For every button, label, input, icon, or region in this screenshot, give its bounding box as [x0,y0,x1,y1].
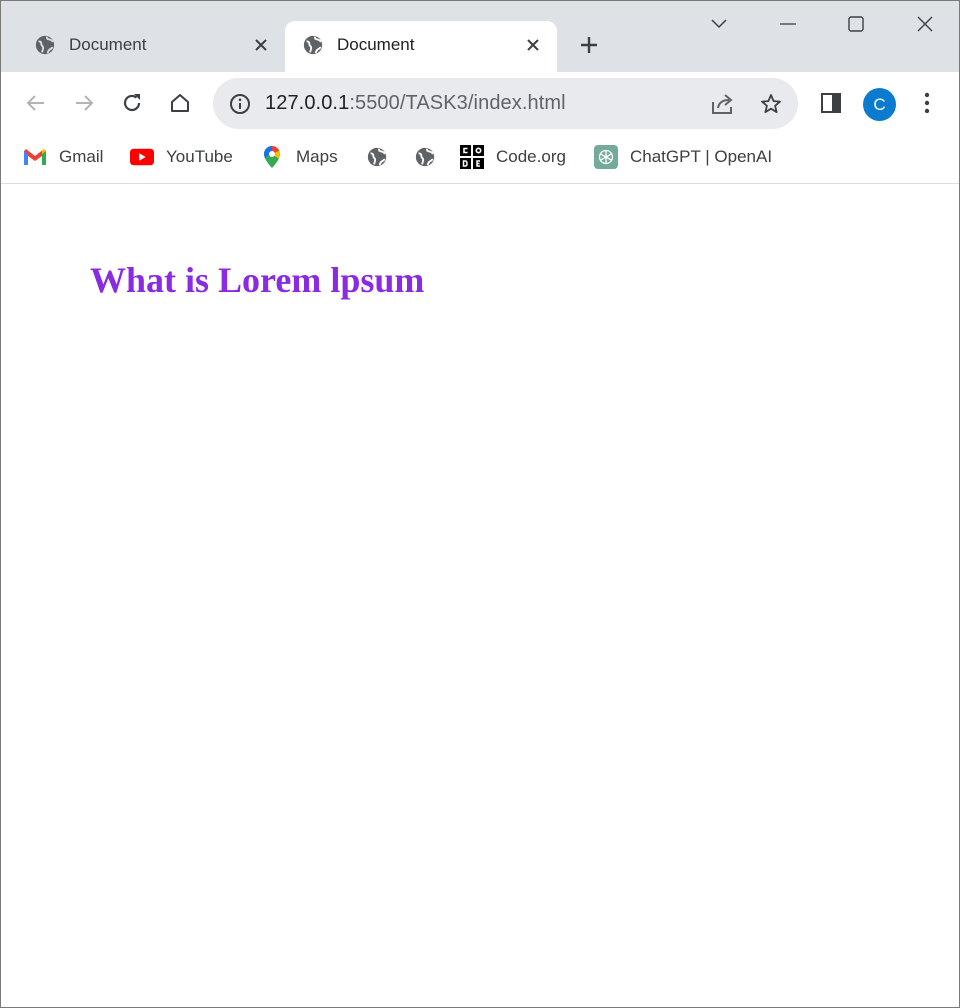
menu-button[interactable] [913,89,941,117]
bookmark-label: Gmail [59,147,104,166]
bookmark-label: Maps [296,147,338,166]
tab-strip: Document Document [1,1,959,72]
side-panel-icon [821,93,841,113]
bookmark-chatgpt[interactable]: ChatGPT | OpenAI [594,144,772,170]
info-icon[interactable] [227,91,253,117]
maps-icon [260,145,284,169]
gmail-icon [23,145,47,169]
browser-window: Document Document 127.0.0.1:5500/TASK3/i… [0,0,960,1008]
side-panel-button[interactable] [817,89,845,117]
address-bar[interactable]: 127.0.0.1:5500/TASK3/index.html [213,78,798,129]
bookmark-youtube[interactable]: YouTube [130,144,233,170]
tab-title: Document [337,35,415,54]
bookmark-label: ChatGPT | OpenAI [630,147,773,166]
close-window-button[interactable] [907,9,943,39]
page-viewport: What is Lorem lpsum [1,185,959,1007]
bookmark-label: YouTube [166,147,233,166]
bookmark-globe-1[interactable] [365,144,389,170]
bookmark-maps[interactable]: Maps [260,144,338,170]
tab-document-1[interactable]: Document [17,21,285,72]
globe-icon [365,145,389,169]
bookmark-code-org[interactable]: Code.org [460,144,566,170]
minimize-button[interactable] [770,9,806,39]
code-org-icon [460,145,484,169]
globe-icon [301,33,325,57]
youtube-icon [130,145,154,169]
reload-button[interactable] [118,89,146,117]
share-icon[interactable] [709,91,737,117]
tab-search-button[interactable] [701,9,737,39]
bookmark-globe-2[interactable] [413,144,437,170]
toolbar: 127.0.0.1:5500/TASK3/index.html [1,72,959,134]
close-icon [917,16,933,32]
star-icon[interactable] [757,90,785,118]
bookmark-label: Code.org [496,147,566,166]
close-icon[interactable] [249,33,273,57]
maximize-icon [848,16,864,32]
reload-icon [123,94,141,112]
globe-icon [33,33,57,57]
more-vert-icon [924,92,930,114]
close-icon[interactable] [521,33,545,57]
page-heading: What is Lorem lpsum [90,260,425,300]
minimize-icon [780,23,796,25]
new-tab-button[interactable] [575,31,603,59]
chevron-down-icon [711,19,727,29]
bookmarks-bar: Gmail YouTube Maps Code.org ChatGPT | Op… [1,134,959,184]
url-text[interactable]: 127.0.0.1:5500/TASK3/index.html [265,92,566,115]
home-icon [171,94,189,112]
back-button[interactable] [22,89,50,117]
home-button[interactable] [166,89,194,117]
globe-icon [413,145,437,169]
bookmark-gmail[interactable]: Gmail [23,144,103,170]
plus-icon [581,37,597,53]
url-host: 127.0.0.1 [265,92,350,114]
arrow-right-icon [76,95,94,111]
arrow-left-icon [26,95,44,111]
tab-title: Document [69,35,147,54]
url-path: :5500/TASK3/index.html [349,92,566,114]
forward-button[interactable] [70,89,98,117]
tab-document-2[interactable]: Document [285,21,557,72]
maximize-button[interactable] [838,9,874,39]
avatar[interactable]: C [863,88,896,121]
chatgpt-icon [594,145,618,169]
